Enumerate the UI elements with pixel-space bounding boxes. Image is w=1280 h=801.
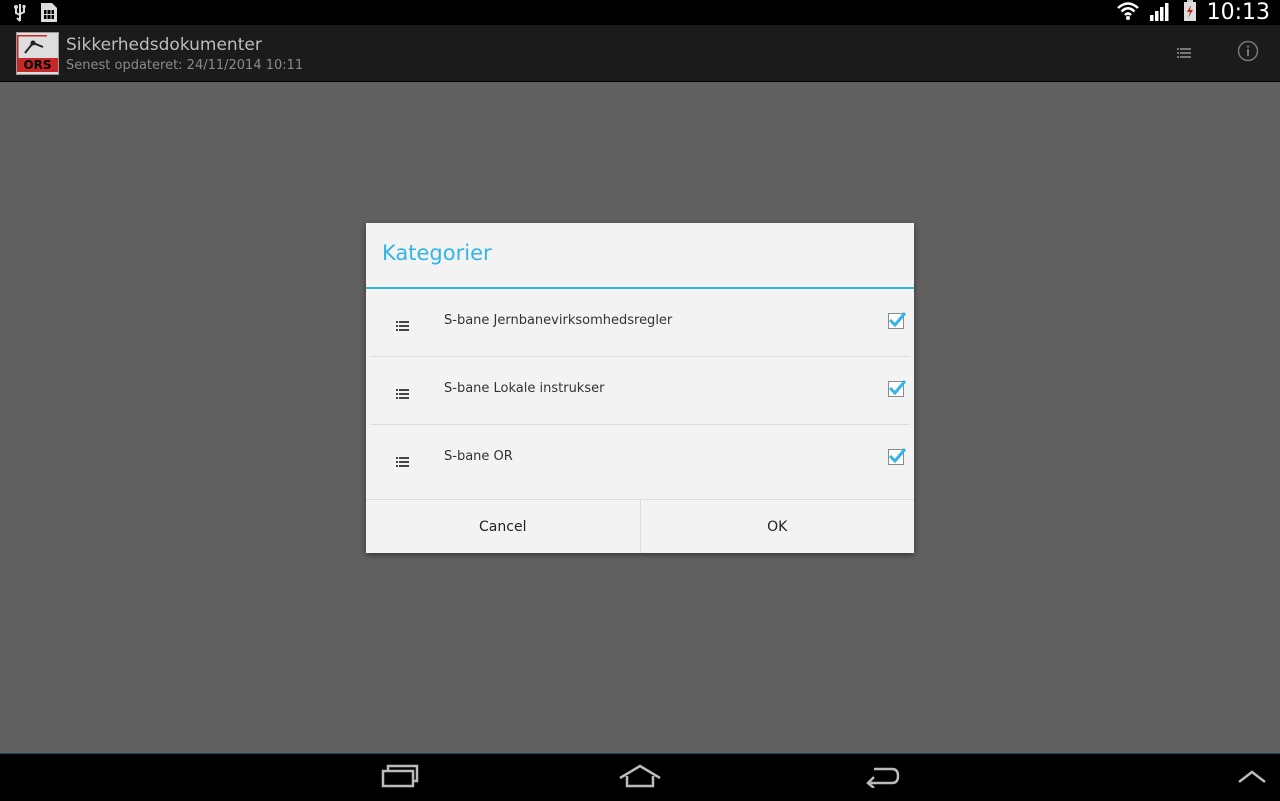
show-more-button[interactable] bbox=[1220, 762, 1280, 794]
category-label: S-bane OR bbox=[444, 449, 513, 464]
category-row-jernbanevirksomhedsregler[interactable]: S-bane Jernbanevirksomhedsregler bbox=[370, 289, 910, 357]
back-button[interactable] bbox=[850, 762, 914, 794]
app-logo[interactable]: ORS bbox=[16, 32, 59, 75]
info-button[interactable] bbox=[1220, 25, 1276, 81]
list-icon bbox=[396, 316, 409, 335]
info-icon bbox=[1237, 40, 1259, 66]
app-subtitle: Senest opdateret: 24/11/2014 10:11 bbox=[66, 58, 304, 73]
category-checkbox[interactable] bbox=[888, 380, 907, 397]
home-button[interactable] bbox=[608, 762, 672, 794]
dialog-button-bar: Cancel OK bbox=[366, 499, 914, 553]
categories-dialog: Kategorier S-bane Jernbanevirksomhedsreg… bbox=[366, 223, 914, 553]
recent-apps-icon bbox=[381, 764, 419, 792]
list-button[interactable] bbox=[1156, 25, 1212, 81]
action-bar: ORS Sikkerhedsdokumenter Senest opdatere… bbox=[0, 25, 1280, 82]
wifi-icon bbox=[1116, 1, 1139, 25]
home-icon bbox=[618, 764, 662, 792]
app-logo-text: ORS bbox=[17, 58, 58, 72]
battery-icon bbox=[1183, 0, 1197, 26]
category-list: S-bane Jernbanevirksomhedsregler S-bane … bbox=[366, 289, 914, 495]
category-checkbox[interactable] bbox=[888, 448, 907, 465]
category-row-or[interactable]: S-bane OR bbox=[370, 425, 910, 495]
cancel-button[interactable]: Cancel bbox=[366, 500, 640, 553]
category-row-lokale-instrukser[interactable]: S-bane Lokale instrukser bbox=[370, 357, 910, 425]
status-clock: 10:13 bbox=[1206, 0, 1270, 25]
recent-apps-button[interactable] bbox=[368, 762, 432, 794]
list-icon bbox=[396, 452, 409, 471]
category-label: S-bane Jernbanevirksomhedsregler bbox=[444, 313, 673, 328]
list-icon bbox=[396, 384, 409, 403]
list-icon bbox=[1177, 44, 1191, 63]
chevron-up-icon bbox=[1237, 768, 1267, 788]
sim-card-icon bbox=[40, 2, 58, 27]
category-checkbox[interactable] bbox=[888, 312, 907, 329]
signal-icon bbox=[1149, 1, 1173, 25]
back-icon bbox=[864, 764, 900, 792]
app-title: Sikkerhedsdokumenter bbox=[66, 35, 262, 55]
dialog-title: Kategorier bbox=[382, 241, 492, 265]
usb-icon bbox=[12, 3, 28, 27]
navigation-bar bbox=[0, 753, 1280, 801]
category-label: S-bane Lokale instrukser bbox=[444, 381, 605, 396]
ok-button[interactable]: OK bbox=[639, 500, 914, 553]
status-bar: 10:13 bbox=[0, 0, 1280, 25]
